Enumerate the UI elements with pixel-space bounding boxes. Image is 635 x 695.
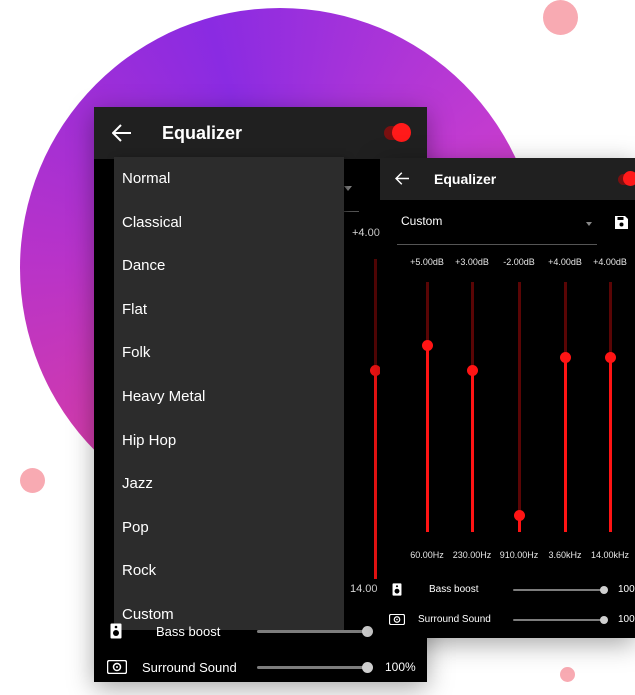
band-hz-label: 910.00Hz	[499, 550, 539, 560]
band-db-label: -2.00dB	[503, 257, 535, 267]
band-knob[interactable]	[467, 364, 478, 376]
band-db-label: +4.00	[352, 227, 380, 239]
preset-menu-item[interactable]: Heavy Metal	[114, 375, 344, 419]
band-knob[interactable]	[560, 352, 571, 363]
speaker-icon	[392, 583, 402, 596]
band-db-label: +5.00dB	[410, 257, 444, 267]
dropdown-arrow-icon	[586, 222, 592, 226]
preset-menu-item[interactable]: Flat	[114, 288, 344, 332]
bass-boost-label: Bass boost	[156, 624, 221, 639]
save-icon[interactable]	[615, 216, 628, 229]
band-fill	[609, 357, 612, 532]
toggle-knob	[392, 123, 411, 142]
preset-menu-item[interactable]: Normal	[114, 157, 344, 201]
preset-selected-value: Custom	[401, 214, 443, 228]
decor-dot	[560, 667, 575, 682]
band-hz-label: 230.00Hz	[452, 550, 492, 560]
preset-dropdown-menu: Normal Classical Dance Flat Folk Heavy Metal H…	[114, 157, 344, 630]
bass-boost-slider[interactable]	[257, 630, 372, 633]
band-db-label: +4.00dB	[548, 257, 582, 267]
preset-underline	[397, 244, 597, 245]
bass-boost-value: 100	[618, 584, 635, 595]
app-bar: Equalizer	[380, 158, 635, 200]
bass-boost-slider-knob[interactable]	[362, 626, 373, 637]
band-db-label: +3.00dB	[455, 257, 489, 267]
preset-menu-item[interactable]: Classical	[114, 201, 344, 245]
bass-boost-slider[interactable]	[513, 589, 605, 591]
app-bar: Equalizer	[94, 107, 427, 159]
preset-menu-item[interactable]: Folk	[114, 331, 344, 375]
arrow-left-icon[interactable]	[112, 124, 132, 142]
preset-menu-item[interactable]: Rock	[114, 549, 344, 593]
band-fill	[426, 344, 429, 532]
band-knob[interactable]	[514, 509, 525, 521]
surround-label: Surround Sound	[418, 614, 491, 625]
band-hz-label: 14.00	[350, 583, 378, 595]
surround-value: 100	[618, 614, 635, 625]
surround-value: 100%	[385, 660, 416, 674]
page-title: Equalizer	[162, 123, 243, 143]
bass-boost-label: Bass boost	[429, 584, 479, 595]
surround-slider-knob[interactable]	[362, 662, 373, 673]
band-knob[interactable]	[422, 339, 433, 351]
page-title: Equalizer	[434, 171, 497, 187]
preset-menu-item[interactable]: Pop	[114, 506, 344, 550]
surround-label: Surround Sound	[142, 660, 237, 675]
toggle-knob	[623, 171, 635, 186]
decor-dot	[20, 468, 45, 493]
surround-slider[interactable]	[257, 666, 372, 669]
surround-icon	[107, 660, 127, 674]
phone-left-screen: Equalizer +4.00 14.00 Normal Classical Dan…	[94, 107, 427, 682]
preset-menu-item[interactable]: Hip Hop	[114, 419, 344, 463]
preset-menu-item[interactable]: Jazz	[114, 462, 344, 506]
arrow-left-icon[interactable]	[395, 172, 410, 185]
decor-dot	[543, 0, 578, 35]
band-fill	[374, 369, 377, 579]
band-hz-label: 14.00kHz	[590, 550, 630, 560]
speaker-icon	[110, 623, 122, 639]
bass-boost-slider-knob[interactable]	[600, 586, 608, 594]
band-db-label: +4.00dB	[593, 257, 627, 267]
band-fill	[564, 357, 567, 532]
surround-slider-knob[interactable]	[600, 616, 608, 624]
phone-right-screen: Equalizer Custom +5.00dB 60.00Hz +3.00dB 23…	[380, 158, 635, 638]
preset-menu-item[interactable]: Dance	[114, 244, 344, 288]
dropdown-arrow-icon	[344, 186, 352, 191]
band-knob[interactable]	[605, 352, 616, 363]
surround-icon	[389, 614, 405, 625]
surround-slider[interactable]	[513, 619, 605, 621]
band-track[interactable]	[518, 282, 521, 532]
band-fill	[471, 369, 474, 532]
